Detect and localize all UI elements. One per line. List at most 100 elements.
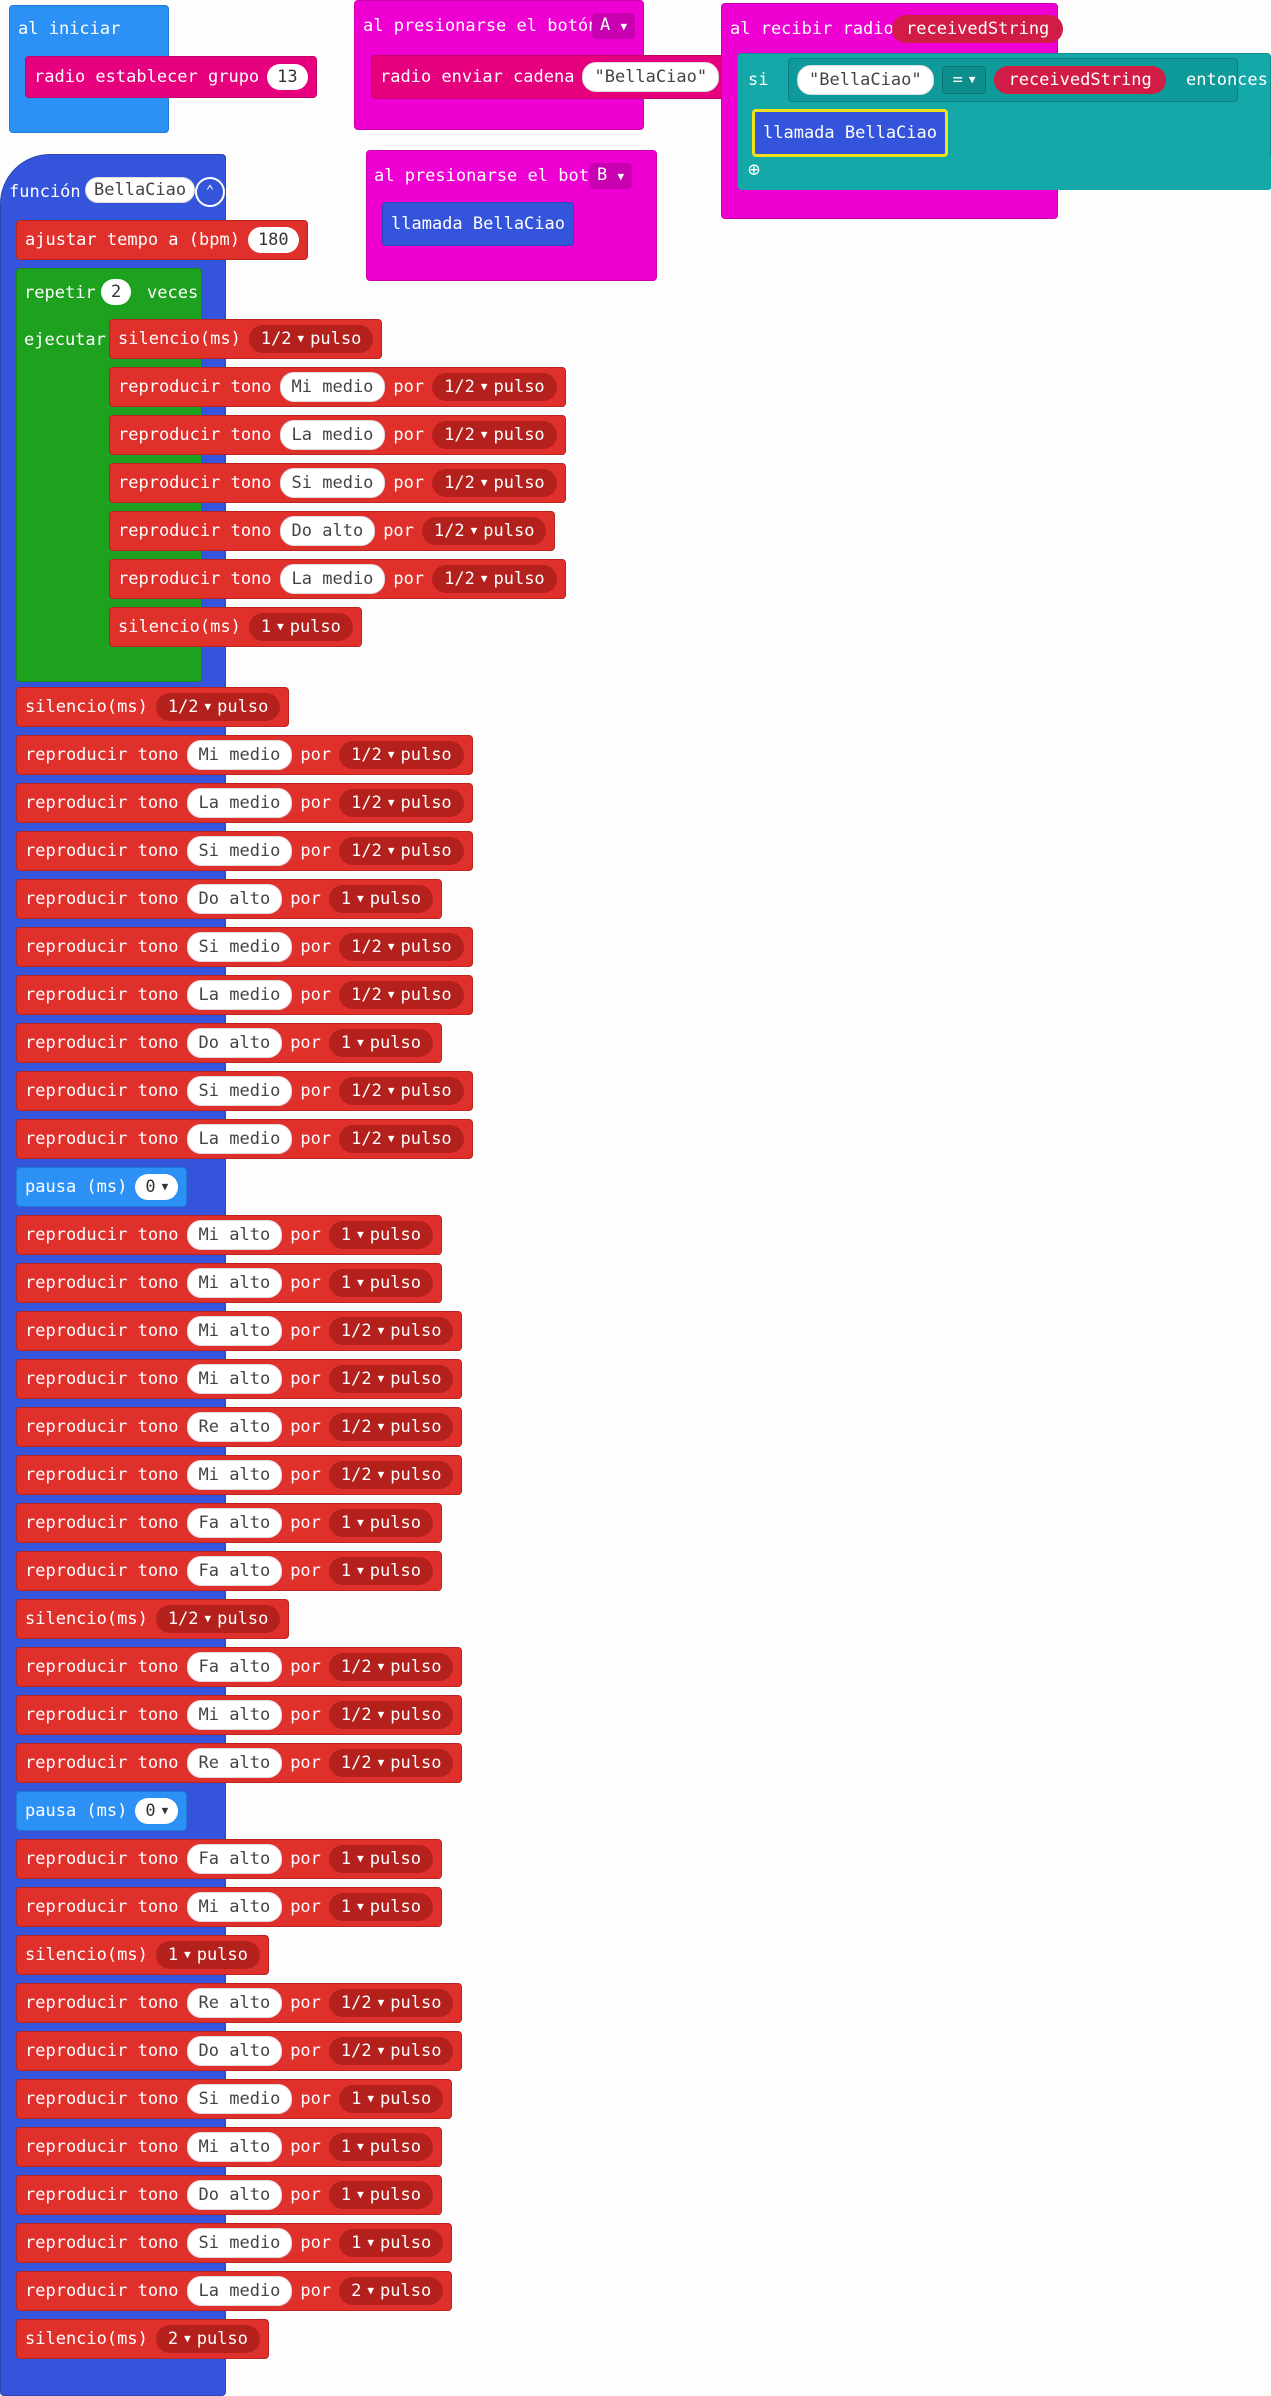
note-input[interactable]: Do alto <box>186 2180 283 2210</box>
beat-dropdown[interactable]: 1/2 ▼ pulso <box>328 1701 454 1729</box>
note-input[interactable]: Fa alto <box>186 1844 283 1874</box>
note-input[interactable]: Mi alto <box>186 1460 283 1490</box>
play-tone-block[interactable]: reproducir tono Si medio por 1/2 ▼ pulso <box>16 927 473 967</box>
rest-block[interactable]: silencio(ms) 1 ▼ pulso <box>16 1935 269 1975</box>
radio-send-string-block[interactable]: radio enviar cadena "BellaCiao" <box>371 55 729 99</box>
play-tone-block[interactable]: reproducir tono La medio por 1/2 ▼ pulso <box>109 415 566 455</box>
note-input[interactable]: La medio <box>279 564 386 594</box>
beat-dropdown[interactable]: 1/2 ▼ pulso <box>339 741 464 769</box>
rest-block[interactable]: silencio(ms) 2 ▼ pulso <box>16 2319 269 2359</box>
note-input[interactable]: Mi alto <box>186 2132 283 2162</box>
beat-dropdown[interactable]: 1/2 ▼ pulso <box>339 981 464 1009</box>
note-input[interactable]: Mi alto <box>186 1892 283 1922</box>
play-tone-block[interactable]: reproducir tono Fa alto por 1 ▼ pulso <box>16 1839 442 1879</box>
beat-dropdown[interactable]: 1/2 ▼ pulso <box>339 837 464 865</box>
play-tone-block[interactable]: reproducir tono Si medio por 1/2 ▼ pulso <box>16 831 473 871</box>
beat-dropdown[interactable]: 1 ▼ pulso <box>339 2229 444 2257</box>
play-tone-block[interactable]: reproducir tono Mi alto por 1/2 ▼ pulso <box>16 1359 463 1399</box>
play-tone-block[interactable]: reproducir tono La medio por 1/2 ▼ pulso <box>16 975 473 1015</box>
call-bellaciao-block-radio[interactable]: llamada BellaCiao <box>752 109 948 157</box>
rest-block[interactable]: silencio(ms) 1/2 ▼ pulso <box>16 1599 290 1639</box>
beat-dropdown[interactable]: 1 ▼ pulso <box>328 885 433 913</box>
play-tone-block[interactable]: reproducir tono La medio por 1/2 ▼ pulso <box>16 783 473 823</box>
function-name-input[interactable]: BellaCiao <box>85 177 196 203</box>
beat-dropdown[interactable]: 1/2 ▼ pulso <box>155 693 281 721</box>
compare-right-variable[interactable]: receivedString <box>994 66 1166 94</box>
note-input[interactable]: Si medio <box>186 2084 293 2114</box>
note-input[interactable]: Fa alto <box>186 1652 283 1682</box>
note-input[interactable]: Si medio <box>186 1076 293 1106</box>
play-tone-block[interactable]: reproducir tono Re alto por 1/2 ▼ pulso <box>16 1407 463 1447</box>
pause-block[interactable]: pausa (ms) 0 ▼ <box>16 1791 188 1831</box>
set-tempo-block[interactable]: ajustar tempo a (bpm) 180 <box>16 220 308 260</box>
chevron-up-circle-icon[interactable]: ⌃ <box>195 177 225 207</box>
beat-dropdown[interactable]: 1/2 ▼ pulso <box>328 1749 454 1777</box>
beat-dropdown[interactable]: 1/2 ▼ pulso <box>339 1125 464 1153</box>
beat-dropdown[interactable]: 1 ▼ pulso <box>155 1941 260 1969</box>
note-input[interactable]: Fa alto <box>186 1556 283 1586</box>
note-input[interactable]: Mi alto <box>186 1268 283 1298</box>
note-input[interactable]: Re alto <box>186 1988 283 2018</box>
beat-dropdown[interactable]: 1/2 ▼ pulso <box>432 469 557 497</box>
play-tone-block[interactable]: reproducir tono Si medio por 1/2 ▼ pulso <box>16 1071 473 1111</box>
call-bellaciao-block-b[interactable]: llamada BellaCiao <box>382 202 574 246</box>
beat-dropdown[interactable]: 1/2 ▼ pulso <box>328 1653 454 1681</box>
beat-dropdown[interactable]: 2 ▼ pulso <box>339 2277 444 2305</box>
repeat-count-input[interactable]: 2 <box>101 279 132 305</box>
tempo-value-input[interactable]: 180 <box>247 227 299 253</box>
play-tone-block[interactable]: reproducir tono Do alto por 1/2 ▼ pulso <box>109 511 556 551</box>
beat-dropdown[interactable]: 1/2 ▼ pulso <box>328 1989 454 2017</box>
play-tone-block[interactable]: reproducir tono Fa alto por 1 ▼ pulso <box>16 1551 442 1591</box>
beat-dropdown[interactable]: 1/2 ▼ pulso <box>328 1317 454 1345</box>
beat-dropdown[interactable]: 1/2 ▼ pulso <box>339 789 464 817</box>
play-tone-block[interactable]: reproducir tono Re alto por 1/2 ▼ pulso <box>16 1983 463 2023</box>
beat-dropdown[interactable]: 1/2 ▼ pulso <box>432 421 557 449</box>
play-tone-block[interactable]: reproducir tono Mi alto por 1 ▼ pulso <box>16 1263 442 1303</box>
beat-dropdown[interactable]: 1 ▼ pulso <box>328 1845 433 1873</box>
pause-value-dropdown[interactable]: 0 ▼ <box>135 1174 179 1200</box>
radio-set-group-block[interactable]: radio establecer grupo 13 <box>25 56 317 98</box>
beat-dropdown[interactable]: 1 ▼ pulso <box>248 613 353 641</box>
beat-dropdown[interactable]: 1 ▼ pulso <box>328 1893 433 1921</box>
play-tone-block[interactable]: reproducir tono La medio por 1/2 ▼ pulso <box>16 1119 473 1159</box>
beat-dropdown[interactable]: 1 ▼ pulso <box>328 2181 433 2209</box>
beat-dropdown[interactable]: 1 ▼ pulso <box>328 1269 433 1297</box>
note-input[interactable]: Mi medio <box>186 740 293 770</box>
pause-value-dropdown[interactable]: 0 ▼ <box>135 1798 179 1824</box>
play-tone-block[interactable]: reproducir tono Mi alto por 1 ▼ pulso <box>16 2127 442 2167</box>
note-input[interactable]: Do alto <box>186 884 283 914</box>
play-tone-block[interactable]: reproducir tono Si medio por 1 ▼ pulso <box>16 2079 453 2119</box>
play-tone-block[interactable]: reproducir tono Mi medio por 1/2 ▼ pulso <box>109 367 566 407</box>
beat-dropdown[interactable]: 1 ▼ pulso <box>328 1029 433 1057</box>
play-tone-block[interactable]: reproducir tono Fa alto por 1/2 ▼ pulso <box>16 1647 463 1687</box>
play-tone-block[interactable]: reproducir tono Do alto por 1 ▼ pulso <box>16 879 442 919</box>
beat-dropdown[interactable]: 1/2 ▼ pulso <box>328 1365 454 1393</box>
note-input[interactable]: La medio <box>279 420 386 450</box>
play-tone-block[interactable]: reproducir tono Do alto por 1 ▼ pulso <box>16 1023 442 1063</box>
beat-dropdown[interactable]: 1 ▼ pulso <box>328 2133 433 2161</box>
note-input[interactable]: Re alto <box>186 1412 283 1442</box>
send-string-input[interactable]: "BellaCiao" <box>582 62 720 92</box>
play-tone-block[interactable]: reproducir tono La medio por 2 ▼ pulso <box>16 2271 453 2311</box>
note-input[interactable]: Mi alto <box>186 1316 283 1346</box>
note-input[interactable]: Do alto <box>279 516 376 546</box>
button-a-dropdown[interactable]: A ▼ <box>592 13 636 39</box>
play-tone-block[interactable]: reproducir tono Fa alto por 1 ▼ pulso <box>16 1503 442 1543</box>
play-tone-block[interactable]: reproducir tono Si medio por 1/2 ▼ pulso <box>109 463 566 503</box>
beat-dropdown[interactable]: 1/2 ▼ pulso <box>421 517 547 545</box>
beat-dropdown[interactable]: 1 ▼ pulso <box>328 1509 433 1537</box>
play-tone-block[interactable]: reproducir tono Si medio por 1 ▼ pulso <box>16 2223 453 2263</box>
compare-left-input[interactable]: "BellaCiao" <box>797 65 934 95</box>
received-string-variable[interactable]: receivedString <box>892 15 1064 43</box>
play-tone-block[interactable]: reproducir tono Do alto por 1/2 ▼ pulso <box>16 2031 463 2071</box>
note-input[interactable]: Re alto <box>186 1748 283 1778</box>
play-tone-block[interactable]: reproducir tono Re alto por 1/2 ▼ pulso <box>16 1743 463 1783</box>
beat-dropdown[interactable]: 1/2 ▼ pulso <box>432 565 557 593</box>
note-input[interactable]: La medio <box>186 2276 293 2306</box>
note-input[interactable]: Mi medio <box>279 372 386 402</box>
note-input[interactable]: Si medio <box>186 932 293 962</box>
beat-dropdown[interactable]: 1/2 ▼ pulso <box>339 933 464 961</box>
note-input[interactable]: Mi alto <box>186 1220 283 1250</box>
note-input[interactable]: La medio <box>186 980 293 1010</box>
beat-dropdown[interactable]: 1/2 ▼ pulso <box>328 1413 454 1441</box>
